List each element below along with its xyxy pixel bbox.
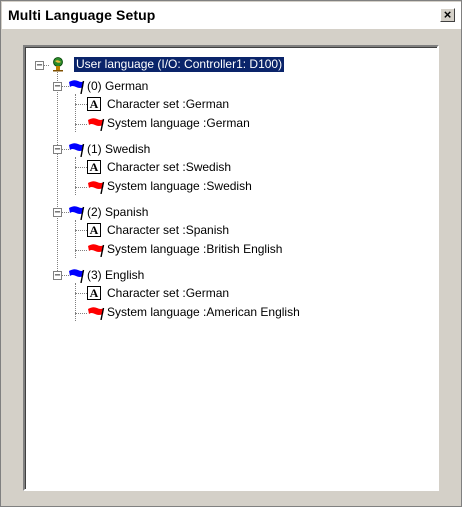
- root-expander[interactable]: −: [35, 61, 44, 71]
- tree-connector: [75, 250, 87, 251]
- globe-user-icon: [53, 57, 63, 72]
- red-flag-icon: [88, 244, 105, 257]
- blue-flag-icon: [69, 269, 85, 283]
- close-icon: ×: [443, 7, 452, 22]
- language-expander[interactable]: −: [53, 208, 62, 218]
- language-tree-panel[interactable]: − User language (I/O: Controller1: D100)…: [23, 45, 439, 491]
- language-label[interactable]: (1) Swedish: [87, 142, 150, 157]
- tree-connector: [75, 220, 76, 258]
- system-language-label[interactable]: System language :American English: [107, 305, 300, 320]
- tree-connector: [57, 72, 58, 277]
- language-expander[interactable]: −: [53, 145, 62, 155]
- tree-connector: [75, 293, 87, 294]
- blue-flag-icon: [69, 143, 85, 157]
- tree-connector: [75, 124, 87, 125]
- language-expander[interactable]: −: [53, 271, 62, 281]
- character-set-label[interactable]: Character set :Swedish: [107, 160, 231, 175]
- tree-connector: [75, 104, 87, 105]
- system-language-label[interactable]: System language :Swedish: [107, 179, 252, 194]
- red-flag-icon: [88, 181, 105, 194]
- blue-flag-icon: [69, 80, 85, 94]
- system-language-label[interactable]: System language :British English: [107, 242, 282, 257]
- character-set-label[interactable]: Character set :German: [107, 97, 229, 112]
- title-bar: Multi Language Setup ×: [2, 2, 461, 29]
- blue-flag-icon: [69, 206, 85, 220]
- tree-connector: [75, 230, 87, 231]
- character-set-icon: A: [87, 286, 101, 300]
- tree-connector: [75, 94, 76, 132]
- red-flag-icon: [88, 307, 105, 320]
- system-language-label[interactable]: System language :German: [107, 116, 250, 131]
- character-set-label[interactable]: Character set :German: [107, 286, 229, 301]
- red-flag-icon: [88, 118, 105, 131]
- character-set-icon: A: [87, 97, 101, 111]
- language-label[interactable]: (2) Spanish: [87, 205, 148, 220]
- tree-connector: [75, 313, 87, 314]
- character-set-label[interactable]: Character set :Spanish: [107, 223, 229, 238]
- close-button[interactable]: ×: [440, 8, 455, 22]
- character-set-icon: A: [87, 160, 101, 174]
- tree-connector: [75, 167, 87, 168]
- tree-connector: [75, 283, 76, 321]
- tree-connector: [75, 157, 76, 195]
- language-label[interactable]: (0) German: [87, 79, 148, 94]
- window-title: Multi Language Setup: [8, 7, 156, 23]
- tree-connector: [75, 187, 87, 188]
- multi-language-setup-window: Multi Language Setup × − User language (…: [0, 0, 462, 507]
- language-tree: − User language (I/O: Controller1: D100)…: [25, 47, 437, 489]
- root-user-language-label[interactable]: User language (I/O: Controller1: D100): [72, 56, 286, 73]
- character-set-icon: A: [87, 223, 101, 237]
- language-label[interactable]: (3) English: [87, 268, 144, 283]
- language-expander[interactable]: −: [53, 82, 62, 92]
